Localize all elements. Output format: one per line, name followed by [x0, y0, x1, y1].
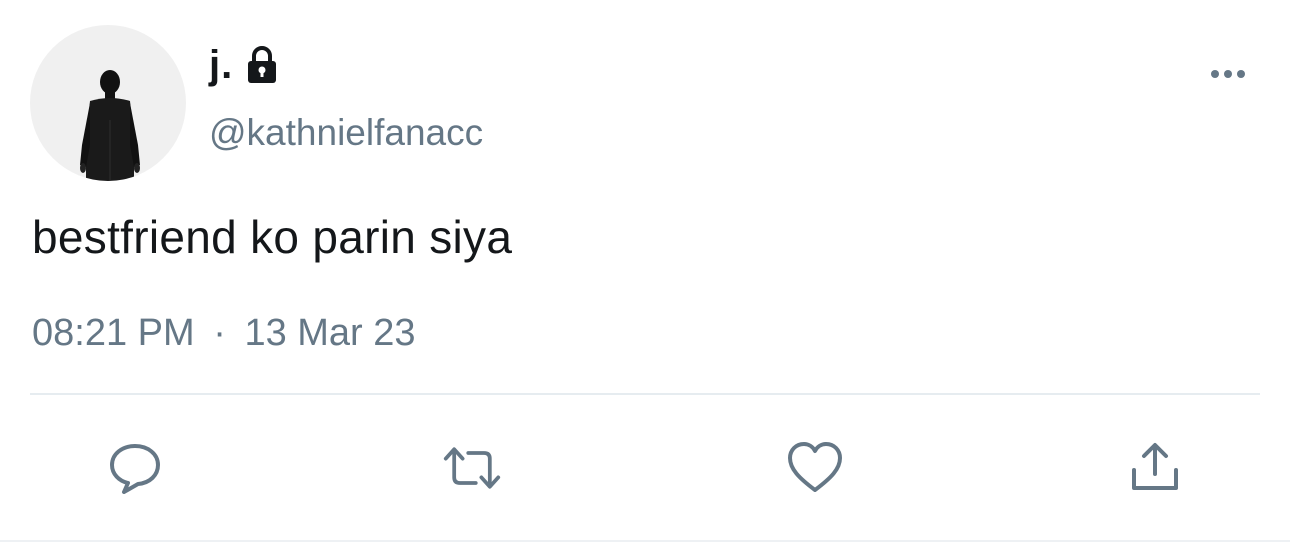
divider [30, 393, 1260, 395]
tweet-card: j. @kathnielfanacc bestfriend ko parin s… [0, 0, 1290, 558]
tweet-text: bestfriend ko parin siya [32, 211, 513, 263]
retweet-button[interactable] [442, 440, 502, 496]
person-silhouette-icon [80, 70, 140, 181]
author-handle[interactable]: @kathnielfanacc [209, 112, 483, 154]
reply-icon [110, 444, 160, 494]
tweet-date: 13 Mar 23 [244, 312, 416, 354]
author-name-row: j. [209, 40, 279, 90]
tweet-time: 08:21 PM [32, 312, 195, 354]
avatar[interactable] [30, 25, 186, 181]
bottom-divider [0, 540, 1290, 542]
share-button[interactable] [1125, 440, 1185, 496]
share-icon [1132, 443, 1178, 490]
heart-icon [788, 442, 842, 492]
timestamp-separator: · [213, 312, 226, 354]
more-options-icon[interactable] [1206, 64, 1250, 84]
lock-icon [245, 45, 279, 85]
reply-button[interactable] [105, 440, 165, 496]
tweet-timestamp[interactable]: 08:21 PM · 13 Mar 23 [32, 312, 416, 355]
retweet-icon [443, 447, 501, 489]
like-button[interactable] [785, 440, 845, 496]
display-name[interactable]: j. [209, 43, 233, 88]
